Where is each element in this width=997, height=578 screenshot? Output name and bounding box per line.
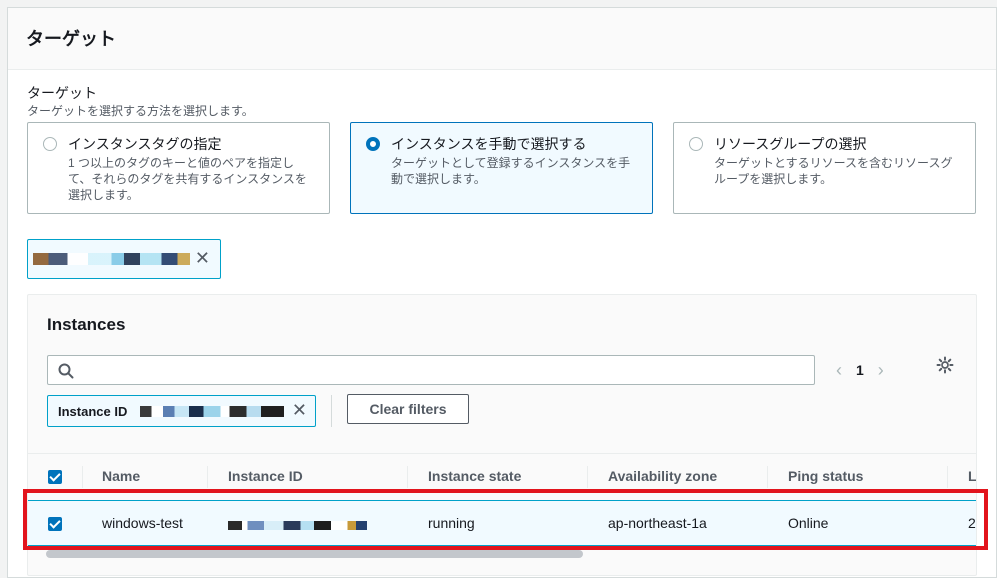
table-row[interactable]: windows-test running ap-northeast-1a Onl… xyxy=(28,500,976,546)
column-divider xyxy=(407,466,408,488)
search-box[interactable] xyxy=(47,355,815,385)
cell-availability-zone: ap-northeast-1a xyxy=(608,515,707,531)
instances-table-container: Instances ‹ 1 › Instance ID ✕ Clear filt… xyxy=(27,294,977,576)
column-header-last[interactable]: La xyxy=(968,468,976,484)
tile-description: ターゲットとするリソースを含むリソースグ ループを選択します。 xyxy=(714,156,953,186)
remove-filter-icon[interactable]: ✕ xyxy=(292,401,307,419)
tile-title: リソースグループの選択 xyxy=(714,136,867,152)
column-divider xyxy=(207,466,208,488)
radio-button[interactable] xyxy=(689,137,703,151)
column-header-instance-state[interactable]: Instance state xyxy=(428,468,521,484)
select-all-checkbox[interactable] xyxy=(48,470,62,484)
column-header-ping-status[interactable]: Ping status xyxy=(788,468,863,484)
search-icon xyxy=(58,363,74,379)
redacted-instance-id-cell xyxy=(228,521,367,530)
pagination: ‹ 1 › xyxy=(836,355,884,385)
tile-specify-instance-tags[interactable]: インスタンスタグの指定 1 つ以上のタグのキーと値のペアを指定し て、それらのタ… xyxy=(27,122,330,214)
panel-header: ターゲット xyxy=(8,8,996,70)
column-divider xyxy=(82,466,83,488)
target-label: ターゲット xyxy=(27,85,97,101)
remove-token-icon[interactable]: ✕ xyxy=(195,249,210,267)
table-header: Name Instance ID Instance state Availabi… xyxy=(28,453,976,499)
selected-instance-token: ✕ xyxy=(27,239,221,279)
column-divider xyxy=(587,466,588,488)
redacted-filter-value xyxy=(140,406,284,417)
target-description: ターゲットを選択する方法を選択します。 xyxy=(27,104,254,118)
radio-button[interactable] xyxy=(43,137,57,151)
targets-panel: ターゲット ターゲット ターゲットを選択する方法を選択します。 インスタンスタグ… xyxy=(7,7,997,578)
divider xyxy=(331,395,332,427)
filter-label: Instance ID xyxy=(58,404,128,419)
column-header-name[interactable]: Name xyxy=(102,468,140,484)
column-header-instance-id[interactable]: Instance ID xyxy=(228,468,303,484)
cell-instance-state: running xyxy=(428,515,475,531)
tile-choose-resource-group[interactable]: リソースグループの選択 ターゲットとするリソースを含むリソースグ ループを選択し… xyxy=(673,122,976,214)
next-page-icon[interactable]: › xyxy=(878,360,884,381)
cell-name: windows-test xyxy=(102,515,183,531)
column-header-availability-zone[interactable]: Availability zone xyxy=(608,468,717,484)
instance-id-filter-token: Instance ID ✕ xyxy=(47,395,316,427)
search-input[interactable] xyxy=(80,360,800,380)
current-page[interactable]: 1 xyxy=(856,362,864,378)
cell-last: 20 xyxy=(968,515,976,531)
tile-title: インスタンスを手動で選択する xyxy=(391,136,587,152)
previous-page-icon[interactable]: ‹ xyxy=(836,360,842,381)
column-divider xyxy=(947,466,948,488)
cell-ping-status: Online xyxy=(788,515,829,531)
instances-title: Instances xyxy=(47,315,126,334)
tile-description: 1 つ以上のタグのキーと値のペアを指定し て、それらのタグを共有するインスタンス… xyxy=(68,156,307,202)
gear-icon[interactable] xyxy=(936,356,954,374)
horizontal-scrollbar[interactable] xyxy=(28,548,976,558)
panel-title: ターゲット xyxy=(26,29,116,49)
tile-choose-instances-manually[interactable]: インスタンスを手動で選択する ターゲットとして登録するインスタンスを手 動で選択… xyxy=(350,122,653,214)
row-checkbox[interactable] xyxy=(48,517,62,531)
scrollbar-thumb[interactable] xyxy=(46,550,583,558)
tile-title: インスタンスタグの指定 xyxy=(68,136,222,152)
radio-button-selected[interactable] xyxy=(366,137,380,151)
redacted-instance-id xyxy=(33,253,190,265)
clear-filters-button[interactable]: Clear filters xyxy=(347,394,469,424)
column-divider xyxy=(767,466,768,488)
tile-description: ターゲットとして登録するインスタンスを手 動で選択します。 xyxy=(391,156,631,186)
